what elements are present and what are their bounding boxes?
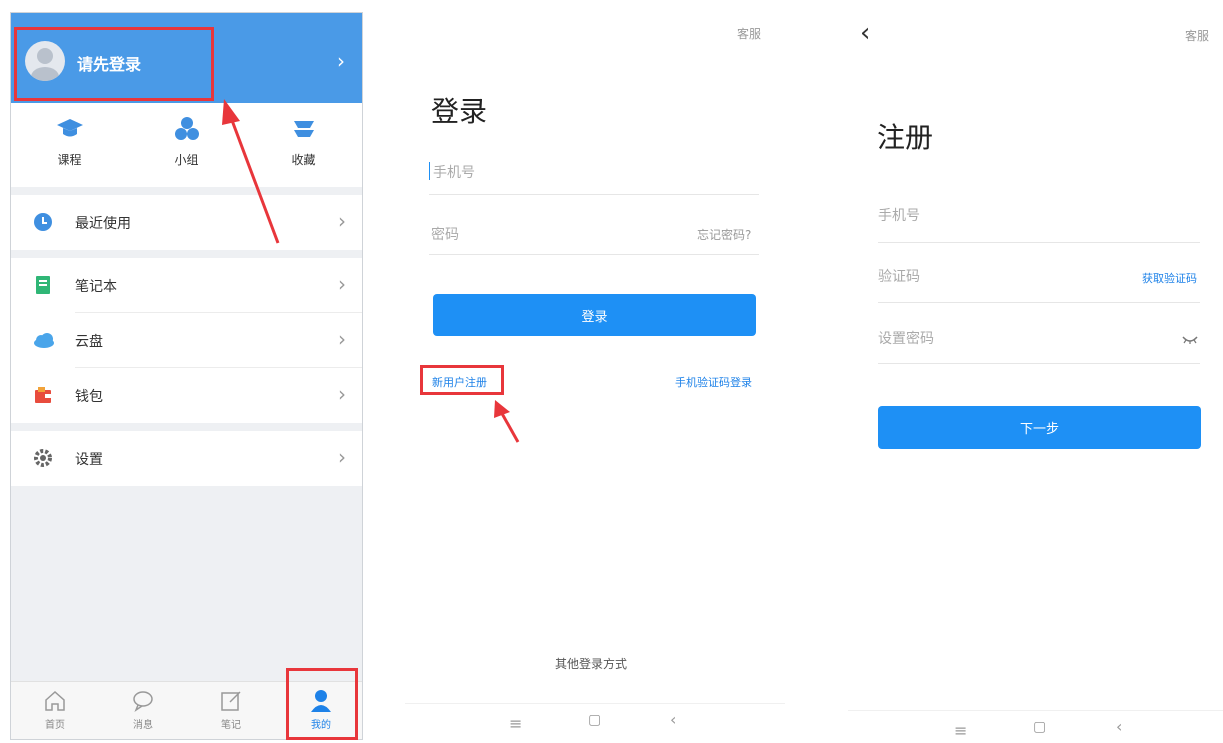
bookmark-stack-icon [289, 115, 319, 143]
arrow-annotation [494, 400, 520, 443]
notebook-icon [33, 275, 53, 295]
tab-label: 消息 [133, 720, 153, 731]
code-field[interactable]: 验证码 [878, 266, 920, 286]
tab-home[interactable]: 首页 [25, 688, 85, 731]
page-title: 登录 [431, 95, 488, 128]
note-edit-icon [218, 688, 244, 714]
menu-item-settings[interactable]: 设置 › [11, 431, 362, 486]
support-link[interactable]: 客服 [737, 25, 761, 42]
chevron-right-icon: › [338, 272, 346, 296]
menu-group-storage: 笔记本 › 云盘 › 钱包 › [11, 258, 362, 423]
phone-field[interactable]: 手机号 [429, 160, 759, 184]
highlight-tab-mine [286, 668, 358, 740]
menu-icon[interactable]: ≡ [954, 721, 967, 740]
chevron-right-icon: › [338, 382, 346, 406]
menu-group-recent: 最近使用 › [11, 195, 362, 250]
profile-screen: 请先登录 › 课程 小组 收藏 最近使用 › 笔记本 › 云盘 › 钱包 › 设… [10, 12, 363, 740]
back-icon[interactable]: ‹ [670, 710, 676, 729]
divider [878, 363, 1200, 364]
menu-item-label: 设置 [75, 452, 103, 468]
highlight-register-link [420, 365, 504, 395]
home-icon [42, 688, 68, 714]
phone-placeholder: 手机号 [433, 165, 475, 181]
divider [878, 242, 1200, 243]
next-button[interactable]: 下一步 [878, 406, 1201, 449]
sms-login-link[interactable]: 手机验证码登录 [675, 374, 752, 390]
menu-group-settings: 设置 › [11, 431, 362, 486]
password-field[interactable]: 设置密码 [878, 328, 934, 348]
chevron-right-icon: › [338, 209, 346, 233]
home-square-icon[interactable]: ▢ [1033, 719, 1046, 735]
register-screen: ‹ 客服 注册 手机号 验证码 获取验证码 设置密码 下一步 ≡ ▢ ‹ [848, 0, 1223, 743]
login-button[interactable]: 登录 [433, 294, 756, 336]
phone-field[interactable]: 手机号 [878, 205, 920, 225]
home-square-icon[interactable]: ▢ [588, 712, 601, 728]
wallet-icon [33, 385, 53, 405]
password-placeholder: 密码 [431, 227, 459, 243]
page-title: 注册 [877, 121, 934, 154]
other-login-methods[interactable]: 其他登录方式 [555, 655, 627, 672]
tab-label: 首页 [45, 720, 65, 731]
graduation-cap-icon [55, 115, 85, 143]
get-code-link[interactable]: 获取验证码 [1142, 270, 1197, 286]
tab-notes[interactable]: 笔记 [201, 688, 261, 731]
eye-closed-icon[interactable] [1182, 330, 1198, 349]
chevron-right-icon: › [338, 327, 346, 351]
group-icon [172, 115, 202, 143]
text-cursor [429, 162, 430, 180]
divider [429, 254, 759, 255]
menu-item-cloud[interactable]: 云盘 › [11, 313, 362, 368]
tab-label: 笔记 [221, 720, 241, 731]
clock-icon [33, 212, 53, 232]
cloud-icon [33, 330, 54, 350]
quick-item-courses[interactable]: 课程 [11, 115, 128, 168]
highlight-login-prompt [14, 27, 214, 101]
forgot-password-link[interactable]: 忘记密码? [697, 226, 751, 243]
chevron-right-icon: › [337, 49, 345, 73]
divider [848, 710, 1223, 711]
divider [878, 302, 1200, 303]
menu-item-label: 最近使用 [75, 216, 131, 232]
divider [429, 194, 759, 195]
menu-item-wallet[interactable]: 钱包 › [11, 368, 362, 423]
menu-item-label: 云盘 [75, 334, 103, 350]
back-icon[interactable]: ‹ [1116, 717, 1122, 736]
menu-item-label: 笔记本 [75, 279, 117, 295]
message-icon [130, 688, 156, 714]
arrow-annotation [222, 99, 280, 244]
gear-icon [33, 448, 53, 468]
tab-messages[interactable]: 消息 [113, 688, 173, 731]
menu-item-notebook[interactable]: 笔记本 › [11, 258, 362, 313]
menu-item-recent[interactable]: 最近使用 › [11, 195, 362, 250]
password-field[interactable]: 密码 [429, 222, 679, 246]
quick-actions: 课程 小组 收藏 [11, 103, 362, 187]
support-link[interactable]: 客服 [1185, 27, 1209, 44]
menu-item-label: 钱包 [75, 389, 103, 405]
quick-item-label: 课程 [57, 153, 82, 167]
back-chevron-icon[interactable]: ‹ [860, 18, 870, 48]
menu-icon[interactable]: ≡ [509, 714, 522, 733]
chevron-right-icon: › [338, 445, 346, 469]
divider [405, 703, 785, 704]
